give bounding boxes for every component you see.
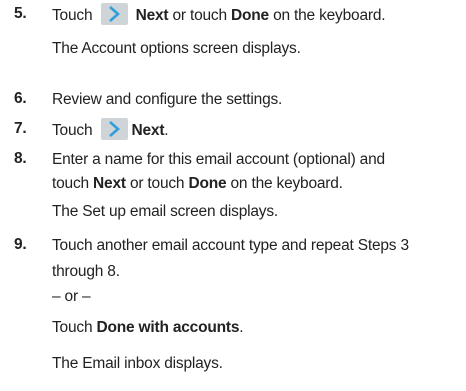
step-result: The Set up email screen displays. (52, 203, 279, 220)
step-text: Touch (52, 122, 93, 140)
step-instruction: through 8. (52, 263, 120, 280)
chevron-right-icon (101, 3, 129, 25)
step-instruction: Enter a name for this email account (opt… (52, 151, 385, 168)
done-label: Done (231, 7, 269, 25)
step-instruction: Touch Next or touch Done on the keyboard… (52, 3, 386, 27)
step-text: Touch (52, 319, 93, 336)
next-label: Next (131, 122, 165, 140)
step-text: touch (52, 175, 89, 192)
step-number: 9. (14, 236, 27, 253)
step-number: 8. (14, 150, 27, 167)
step-text: or touch (129, 175, 185, 192)
done-with-accounts-label: Done with accounts (96, 319, 240, 336)
step-text: on the keyboard. (273, 7, 386, 25)
step-instruction: Review and configure the settings. (52, 91, 283, 108)
step-result: The Account options screen displays. (52, 40, 301, 57)
step-text: . (239, 319, 244, 336)
step-text: or touch (172, 7, 228, 25)
step-instruction: touch Next or touch Done on the keyboard… (52, 174, 343, 194)
step-text: on the keyboard. (230, 175, 343, 192)
done-label: Done (188, 175, 227, 192)
step-instruction: Touch Next. (52, 118, 169, 142)
step-number: 6. (14, 90, 27, 107)
step-result: The Email inbox displays. (52, 355, 223, 372)
step-text: Touch (52, 7, 93, 25)
next-label: Next (135, 7, 169, 25)
step-instruction: Touch Done with accounts. (52, 318, 244, 338)
next-label: Next (93, 175, 126, 192)
step-number: 7. (14, 120, 27, 137)
or-separator: – or – (52, 288, 91, 305)
step-number: 5. (14, 5, 27, 22)
step-instruction: Touch another email account type and rep… (52, 237, 409, 254)
instruction-page: 5. Touch Next or touch Done on the keybo… (0, 0, 466, 391)
step-text: . (164, 122, 169, 140)
chevron-right-icon (101, 118, 129, 140)
